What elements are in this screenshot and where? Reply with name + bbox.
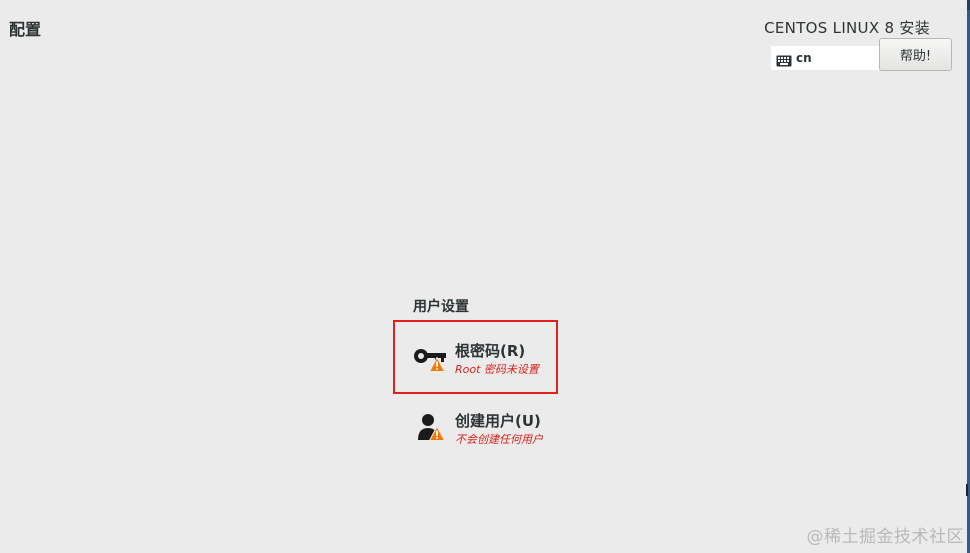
root-password-status: Root 密码未设置 [455,363,539,376]
user-icon [417,412,449,444]
keyboard-layout-label: cn [796,51,812,65]
warning-icon [429,357,445,372]
root-password-label: 根密码(R) [455,342,526,360]
help-button[interactable]: 帮助! [879,38,952,71]
user-settings-title: 用户设置 [413,299,469,315]
keyboard-layout-indicator[interactable]: cn [771,46,881,70]
create-user-spoke[interactable]: 创建用户(U) 不会创建任何用户 [395,404,556,454]
text-cursor [966,484,968,496]
product-title: CENTOS LINUX 8 安装 [764,19,930,37]
warning-icon [429,426,445,441]
root-password-spoke[interactable]: 根密码(R) Root 密码未设置 [393,320,558,394]
create-user-status: 不会创建任何用户 [455,433,543,446]
keyboard-icon [776,52,792,67]
create-user-label: 创建用户(U) [455,412,541,430]
key-icon [413,342,449,374]
watermark: @稀土掘金技术社区 [806,527,964,547]
page-title: 配置 [9,20,42,39]
